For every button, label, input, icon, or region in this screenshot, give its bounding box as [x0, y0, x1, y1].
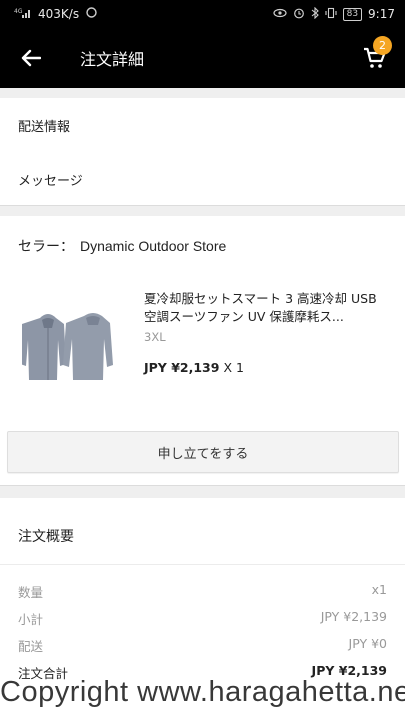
cart-count-badge: 2 [373, 36, 392, 55]
clock: 9:17 [368, 7, 395, 21]
summary-label: 小計 [18, 612, 44, 627]
summary-row-quantity: 数量 x1 [18, 582, 387, 601]
shipping-info-link[interactable]: 配送情報 [0, 98, 405, 152]
order-detail-content: 配送情報 メッセージ セラー： Dynamic Outdoor Store 夏冷却… [0, 88, 405, 720]
bluetooth-icon [311, 6, 319, 22]
summary-label: 配送 [18, 639, 44, 654]
product-price: JPY ¥2,139 [144, 360, 220, 375]
product-variant: 3XL [144, 330, 166, 344]
summary-divider [0, 564, 405, 565]
eye-icon [272, 8, 287, 21]
shipping-info-label: 配送情報 [18, 119, 71, 135]
store-name[interactable]: Dynamic Outdoor Store [80, 238, 226, 254]
svg-text:4G: 4G [14, 8, 23, 15]
summary-row-shipping: 配送 JPY ¥0 [18, 636, 387, 655]
back-button[interactable] [0, 28, 62, 88]
signal-icon: 4G [14, 7, 32, 22]
status-bar: 4G 403K/s 83 9:17 [0, 0, 405, 28]
summary-label: 数量 [18, 585, 44, 600]
summary-title: 注文概要 [18, 529, 74, 545]
open-dispute-button[interactable]: 申し立てをする [7, 431, 399, 473]
product-quantity: X 1 [223, 360, 244, 375]
network-speed: 403K/s [38, 7, 80, 21]
product-price-line: JPY ¥2,139 X 1 [144, 360, 244, 375]
cart-button[interactable]: 2 [345, 28, 405, 88]
product-image[interactable] [20, 308, 122, 390]
battery-icon: 83 [342, 7, 363, 21]
summary-value: JPY ¥0 [348, 636, 387, 651]
status-bar-left: 4G 403K/s [14, 6, 98, 22]
app-bar: 注文詳細 2 [0, 28, 405, 88]
arrow-left-icon [21, 49, 41, 67]
summary-value: x1 [371, 582, 387, 597]
vibrate-icon [325, 7, 337, 22]
product-title[interactable]: 夏冷却服セットスマート 3 高速冷却 USB 空調スーツファン UV 保護摩耗ス… [144, 290, 384, 326]
sync-icon [85, 6, 98, 22]
order-item-card: セラー： Dynamic Outdoor Store 夏冷却服セットスマート 3 … [0, 216, 405, 486]
seller-line: セラー： Dynamic Outdoor Store [18, 236, 226, 256]
status-bar-right: 83 9:17 [272, 6, 395, 22]
copyright-watermark: Copyright www.haragahetta.net [0, 676, 405, 708]
message-label: メッセージ [18, 173, 83, 189]
order-links-card: 配送情報 メッセージ [0, 98, 405, 206]
summary-value: JPY ¥2,139 [320, 609, 387, 624]
seller-label: セラー： [18, 239, 74, 255]
summary-row-subtotal: 小計 JPY ¥2,139 [18, 609, 387, 628]
alarm-icon [293, 7, 305, 22]
page-title: 注文詳細 [80, 50, 145, 69]
message-link[interactable]: メッセージ [0, 152, 405, 206]
